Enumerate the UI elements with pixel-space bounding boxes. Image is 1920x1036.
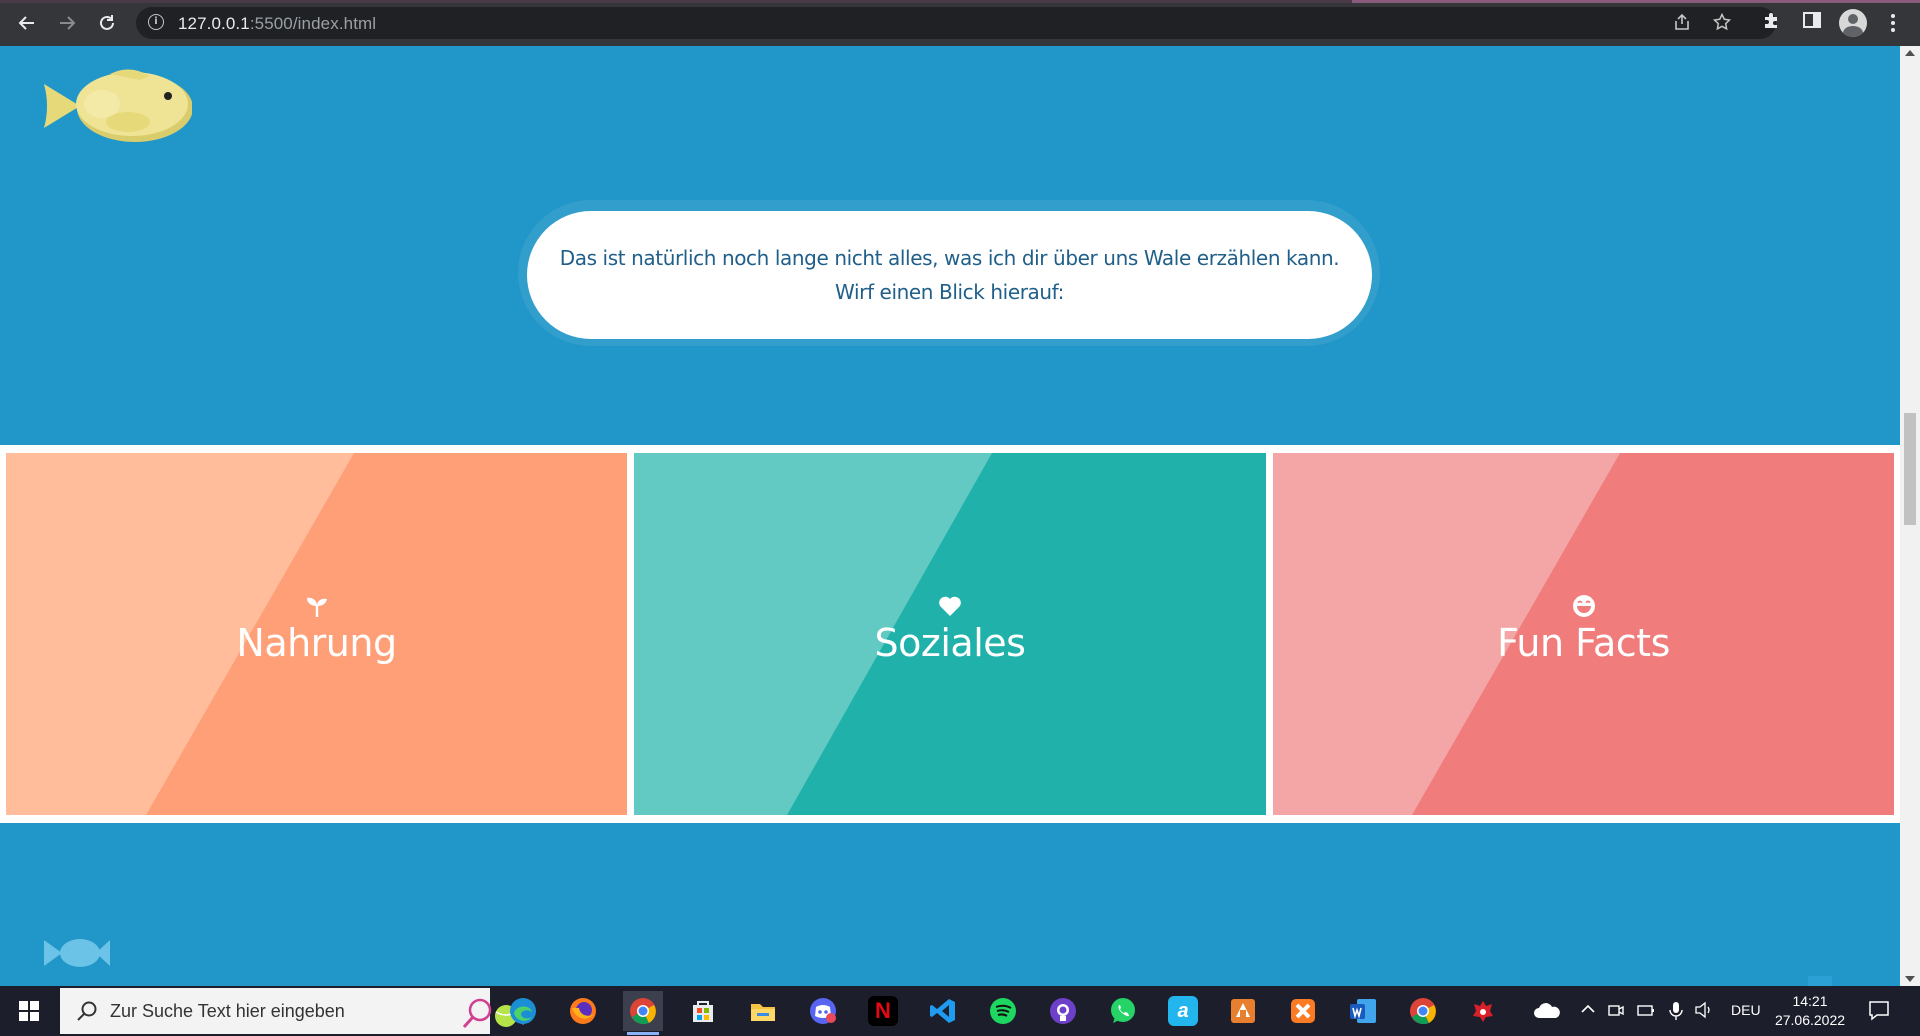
- scroll-up-arrow-icon[interactable]: [1905, 50, 1915, 56]
- card-soziales[interactable]: Soziales: [634, 453, 1266, 815]
- onedrive-cloud-icon[interactable]: [1532, 1001, 1562, 1021]
- seedling-icon: [304, 593, 330, 619]
- card-fun-facts[interactable]: Fun Facts: [1273, 453, 1894, 815]
- extensions-puzzle-icon[interactable]: [1759, 10, 1785, 36]
- tab-strip-highlight: [1352, 0, 1920, 3]
- site-info-icon[interactable]: i: [148, 14, 164, 30]
- reload-button[interactable]: [93, 9, 121, 37]
- small-fish-icon: [44, 939, 110, 967]
- avatar-body: [1843, 26, 1863, 37]
- system-clock[interactable]: 14:21 27.06.2022: [1772, 992, 1848, 1030]
- edge-icon[interactable]: [503, 991, 543, 1031]
- windows-taskbar: Zur Suche Text hier eingeben N a DEU 14:…: [0, 986, 1920, 1036]
- file-explorer-icon[interactable]: [743, 991, 783, 1031]
- store-icon[interactable]: [683, 991, 723, 1031]
- laughing-face-icon: [1571, 593, 1597, 619]
- fish-logo-icon[interactable]: [40, 66, 192, 146]
- search-icon: [77, 1001, 97, 1021]
- chrome-2-icon[interactable]: [1403, 991, 1443, 1031]
- input-language[interactable]: DEU: [1731, 1002, 1761, 1018]
- word-icon[interactable]: [1343, 991, 1383, 1031]
- github-icon[interactable]: [1043, 991, 1083, 1031]
- forward-button[interactable]: [53, 9, 81, 37]
- url-text: 127.0.0.1:5500/index.html: [178, 14, 376, 34]
- tab-strip-edge: [0, 0, 1920, 3]
- card-label: Soziales: [874, 621, 1026, 665]
- scrollbar-thumb[interactable]: [1904, 413, 1916, 525]
- discord-icon[interactable]: [803, 991, 843, 1031]
- card-label: Fun Facts: [1497, 621, 1670, 665]
- chrome-icon[interactable]: [623, 991, 663, 1035]
- share-icon[interactable]: [1672, 13, 1692, 33]
- bubble-text-line-2: Wirf einen Blick hierauf:: [835, 280, 1064, 304]
- app-a-icon[interactable]: a: [1163, 991, 1203, 1031]
- arrow-right-icon: [60, 16, 76, 30]
- microphone-icon[interactable]: [1666, 1001, 1686, 1021]
- volume-icon[interactable]: [1694, 1001, 1714, 1021]
- side-panel-icon[interactable]: [1799, 10, 1825, 36]
- heart-icon: [937, 593, 963, 619]
- chevron-up-icon[interactable]: [1578, 1001, 1598, 1021]
- arrow-left-icon: [18, 16, 34, 30]
- bubble-text-line-1: Das ist natürlich noch lange nicht alles…: [559, 246, 1340, 270]
- web-page: Das ist natürlich noch lange nicht alles…: [0, 46, 1900, 986]
- address-bar[interactable]: i 127.0.0.1:5500/index.html: [136, 7, 1776, 39]
- start-button[interactable]: [0, 986, 58, 1036]
- clock-time: 14:21: [1792, 993, 1828, 1009]
- firefox-icon[interactable]: [563, 991, 603, 1031]
- profile-avatar-icon[interactable]: [1839, 9, 1867, 37]
- spotify-icon[interactable]: [983, 991, 1023, 1031]
- notification-center-icon[interactable]: [1868, 999, 1890, 1021]
- page-scrollbar[interactable]: [1900, 46, 1920, 986]
- clock-date: 27.06.2022: [1774, 1012, 1846, 1028]
- scroll-down-arrow-icon[interactable]: [1905, 976, 1915, 982]
- search-placeholder: Zur Suche Text hier eingeben: [110, 1001, 345, 1021]
- app-red-icon[interactable]: [1463, 991, 1503, 1031]
- browser-menu-icon[interactable]: [1886, 10, 1900, 36]
- url-host: 127.0.0.1: [178, 14, 250, 33]
- vscode-icon[interactable]: [923, 991, 963, 1031]
- avatar-head: [1848, 14, 1858, 24]
- card-nahrung[interactable]: Nahrung: [6, 453, 627, 815]
- browser-toolbar: i 127.0.0.1:5500/index.html: [0, 0, 1920, 46]
- windows-logo-icon: [19, 1001, 39, 1021]
- card-label: Nahrung: [236, 621, 397, 665]
- netflix-icon[interactable]: N: [863, 991, 903, 1031]
- whatsapp-icon[interactable]: [1103, 991, 1143, 1031]
- meeting-camera-icon[interactable]: [1606, 1001, 1626, 1021]
- back-button[interactable]: [13, 9, 41, 37]
- xampp-icon[interactable]: [1283, 991, 1323, 1031]
- speech-bubble: Das ist natürlich noch lange nicht alles…: [527, 211, 1372, 339]
- office-icon[interactable]: [1223, 991, 1263, 1031]
- taskbar-search-input[interactable]: Zur Suche Text hier eingeben: [60, 988, 529, 1034]
- url-path: :5500/index.html: [249, 14, 377, 33]
- decorative-mark: [1808, 976, 1832, 986]
- reload-icon: [100, 15, 114, 30]
- bookmark-star-icon[interactable]: [1712, 12, 1732, 33]
- battery-icon[interactable]: [1636, 1001, 1656, 1021]
